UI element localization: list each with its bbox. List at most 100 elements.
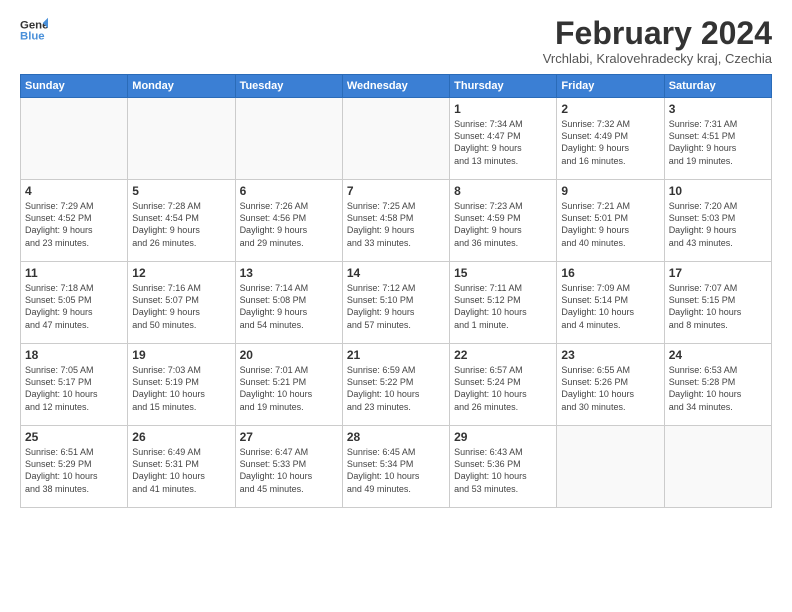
day-info: Sunrise: 7:25 AM Sunset: 4:58 PM Dayligh… (347, 200, 445, 249)
title-area: February 2024 Vrchlabi, Kralovehradecky … (543, 16, 772, 66)
svg-text:Blue: Blue (20, 31, 45, 43)
logo: General Blue (20, 16, 48, 44)
table-row: 22 Sunrise: 6:57 AM Sunset: 5:24 PM Dayli… (450, 344, 557, 426)
table-row: 8 Sunrise: 7:23 AM Sunset: 4:59 PM Daylig… (450, 180, 557, 262)
day-number: 11 (25, 266, 123, 280)
day-info: Sunrise: 7:05 AM Sunset: 5:17 PM Dayligh… (25, 364, 123, 413)
day-number: 29 (454, 430, 552, 444)
day-info: Sunrise: 7:14 AM Sunset: 5:08 PM Dayligh… (240, 282, 338, 331)
table-row: 25 Sunrise: 6:51 AM Sunset: 5:29 PM Dayli… (21, 426, 128, 508)
table-row: 14 Sunrise: 7:12 AM Sunset: 5:10 PM Dayli… (342, 262, 449, 344)
day-info: Sunrise: 6:51 AM Sunset: 5:29 PM Dayligh… (25, 446, 123, 495)
table-row: 21 Sunrise: 6:59 AM Sunset: 5:22 PM Dayli… (342, 344, 449, 426)
day-number: 6 (240, 184, 338, 198)
day-number: 15 (454, 266, 552, 280)
table-row: 15 Sunrise: 7:11 AM Sunset: 5:12 PM Dayli… (450, 262, 557, 344)
day-info: Sunrise: 7:21 AM Sunset: 5:01 PM Dayligh… (561, 200, 659, 249)
table-row: 3 Sunrise: 7:31 AM Sunset: 4:51 PM Daylig… (664, 98, 771, 180)
day-info: Sunrise: 7:16 AM Sunset: 5:07 PM Dayligh… (132, 282, 230, 331)
table-row: 16 Sunrise: 7:09 AM Sunset: 5:14 PM Dayli… (557, 262, 664, 344)
day-number: 22 (454, 348, 552, 362)
day-number: 26 (132, 430, 230, 444)
day-number: 3 (669, 102, 767, 116)
table-row: 18 Sunrise: 7:05 AM Sunset: 5:17 PM Dayli… (21, 344, 128, 426)
calendar-table: Sunday Monday Tuesday Wednesday Thursday… (20, 74, 772, 508)
day-info: Sunrise: 6:49 AM Sunset: 5:31 PM Dayligh… (132, 446, 230, 495)
table-row: 2 Sunrise: 7:32 AM Sunset: 4:49 PM Daylig… (557, 98, 664, 180)
table-row: 4 Sunrise: 7:29 AM Sunset: 4:52 PM Daylig… (21, 180, 128, 262)
month-title: February 2024 (543, 16, 772, 51)
day-number: 12 (132, 266, 230, 280)
location: Vrchlabi, Kralovehradecky kraj, Czechia (543, 51, 772, 66)
day-number: 20 (240, 348, 338, 362)
table-row: 20 Sunrise: 7:01 AM Sunset: 5:21 PM Dayli… (235, 344, 342, 426)
day-number: 19 (132, 348, 230, 362)
table-row (128, 98, 235, 180)
col-monday: Monday (128, 75, 235, 98)
day-number: 14 (347, 266, 445, 280)
table-row: 13 Sunrise: 7:14 AM Sunset: 5:08 PM Dayli… (235, 262, 342, 344)
day-number: 21 (347, 348, 445, 362)
day-info: Sunrise: 7:29 AM Sunset: 4:52 PM Dayligh… (25, 200, 123, 249)
week-row-4: 25 Sunrise: 6:51 AM Sunset: 5:29 PM Dayli… (21, 426, 772, 508)
week-row-3: 18 Sunrise: 7:05 AM Sunset: 5:17 PM Dayli… (21, 344, 772, 426)
table-row (664, 426, 771, 508)
day-info: Sunrise: 7:07 AM Sunset: 5:15 PM Dayligh… (669, 282, 767, 331)
page: General Blue February 2024 Vrchlabi, Kra… (0, 0, 792, 518)
day-info: Sunrise: 6:55 AM Sunset: 5:26 PM Dayligh… (561, 364, 659, 413)
week-row-1: 4 Sunrise: 7:29 AM Sunset: 4:52 PM Daylig… (21, 180, 772, 262)
day-number: 16 (561, 266, 659, 280)
table-row: 9Sunrise: 7:21 AM Sunset: 5:01 PM Daylig… (557, 180, 664, 262)
header: General Blue February 2024 Vrchlabi, Kra… (20, 16, 772, 66)
day-info: Sunrise: 7:18 AM Sunset: 5:05 PM Dayligh… (25, 282, 123, 331)
table-row: 19 Sunrise: 7:03 AM Sunset: 5:19 PM Dayli… (128, 344, 235, 426)
day-info: Sunrise: 7:09 AM Sunset: 5:14 PM Dayligh… (561, 282, 659, 331)
day-info: Sunrise: 7:03 AM Sunset: 5:19 PM Dayligh… (132, 364, 230, 413)
day-number: 5 (132, 184, 230, 198)
day-number: 27 (240, 430, 338, 444)
table-row: 5 Sunrise: 7:28 AM Sunset: 4:54 PM Daylig… (128, 180, 235, 262)
day-info: Sunrise: 6:45 AM Sunset: 5:34 PM Dayligh… (347, 446, 445, 495)
day-info: Sunrise: 7:12 AM Sunset: 5:10 PM Dayligh… (347, 282, 445, 331)
day-number: 4 (25, 184, 123, 198)
table-row: 28Sunrise: 6:45 AM Sunset: 5:34 PM Dayli… (342, 426, 449, 508)
day-info: Sunrise: 7:23 AM Sunset: 4:59 PM Dayligh… (454, 200, 552, 249)
day-number: 8 (454, 184, 552, 198)
day-info: Sunrise: 6:47 AM Sunset: 5:33 PM Dayligh… (240, 446, 338, 495)
day-number: 13 (240, 266, 338, 280)
table-row: 26 Sunrise: 6:49 AM Sunset: 5:31 PM Dayli… (128, 426, 235, 508)
day-info: Sunrise: 6:59 AM Sunset: 5:22 PM Dayligh… (347, 364, 445, 413)
table-row: 11 Sunrise: 7:18 AM Sunset: 5:05 PM Dayli… (21, 262, 128, 344)
table-row: 6Sunrise: 7:26 AM Sunset: 4:56 PM Daylig… (235, 180, 342, 262)
day-info: Sunrise: 7:20 AM Sunset: 5:03 PM Dayligh… (669, 200, 767, 249)
day-number: 2 (561, 102, 659, 116)
logo-icon: General Blue (20, 16, 48, 44)
table-row (342, 98, 449, 180)
day-number: 25 (25, 430, 123, 444)
day-number: 18 (25, 348, 123, 362)
day-info: Sunrise: 7:11 AM Sunset: 5:12 PM Dayligh… (454, 282, 552, 331)
day-info: Sunrise: 7:31 AM Sunset: 4:51 PM Dayligh… (669, 118, 767, 167)
day-info: Sunrise: 6:43 AM Sunset: 5:36 PM Dayligh… (454, 446, 552, 495)
table-row: 17Sunrise: 7:07 AM Sunset: 5:15 PM Dayli… (664, 262, 771, 344)
col-saturday: Saturday (664, 75, 771, 98)
day-number: 10 (669, 184, 767, 198)
header-row: Sunday Monday Tuesday Wednesday Thursday… (21, 75, 772, 98)
table-row: 24Sunrise: 6:53 AM Sunset: 5:28 PM Dayli… (664, 344, 771, 426)
table-row: 23 Sunrise: 6:55 AM Sunset: 5:26 PM Dayli… (557, 344, 664, 426)
col-sunday: Sunday (21, 75, 128, 98)
day-number: 23 (561, 348, 659, 362)
day-info: Sunrise: 6:57 AM Sunset: 5:24 PM Dayligh… (454, 364, 552, 413)
day-info: Sunrise: 7:28 AM Sunset: 4:54 PM Dayligh… (132, 200, 230, 249)
day-info: Sunrise: 7:01 AM Sunset: 5:21 PM Dayligh… (240, 364, 338, 413)
day-info: Sunrise: 7:34 AM Sunset: 4:47 PM Dayligh… (454, 118, 552, 167)
table-row (557, 426, 664, 508)
col-wednesday: Wednesday (342, 75, 449, 98)
table-row: 7Sunrise: 7:25 AM Sunset: 4:58 PM Daylig… (342, 180, 449, 262)
table-row: 27 Sunrise: 6:47 AM Sunset: 5:33 PM Dayli… (235, 426, 342, 508)
col-thursday: Thursday (450, 75, 557, 98)
table-row: 12 Sunrise: 7:16 AM Sunset: 5:07 PM Dayli… (128, 262, 235, 344)
day-number: 1 (454, 102, 552, 116)
day-number: 24 (669, 348, 767, 362)
day-info: Sunrise: 7:32 AM Sunset: 4:49 PM Dayligh… (561, 118, 659, 167)
